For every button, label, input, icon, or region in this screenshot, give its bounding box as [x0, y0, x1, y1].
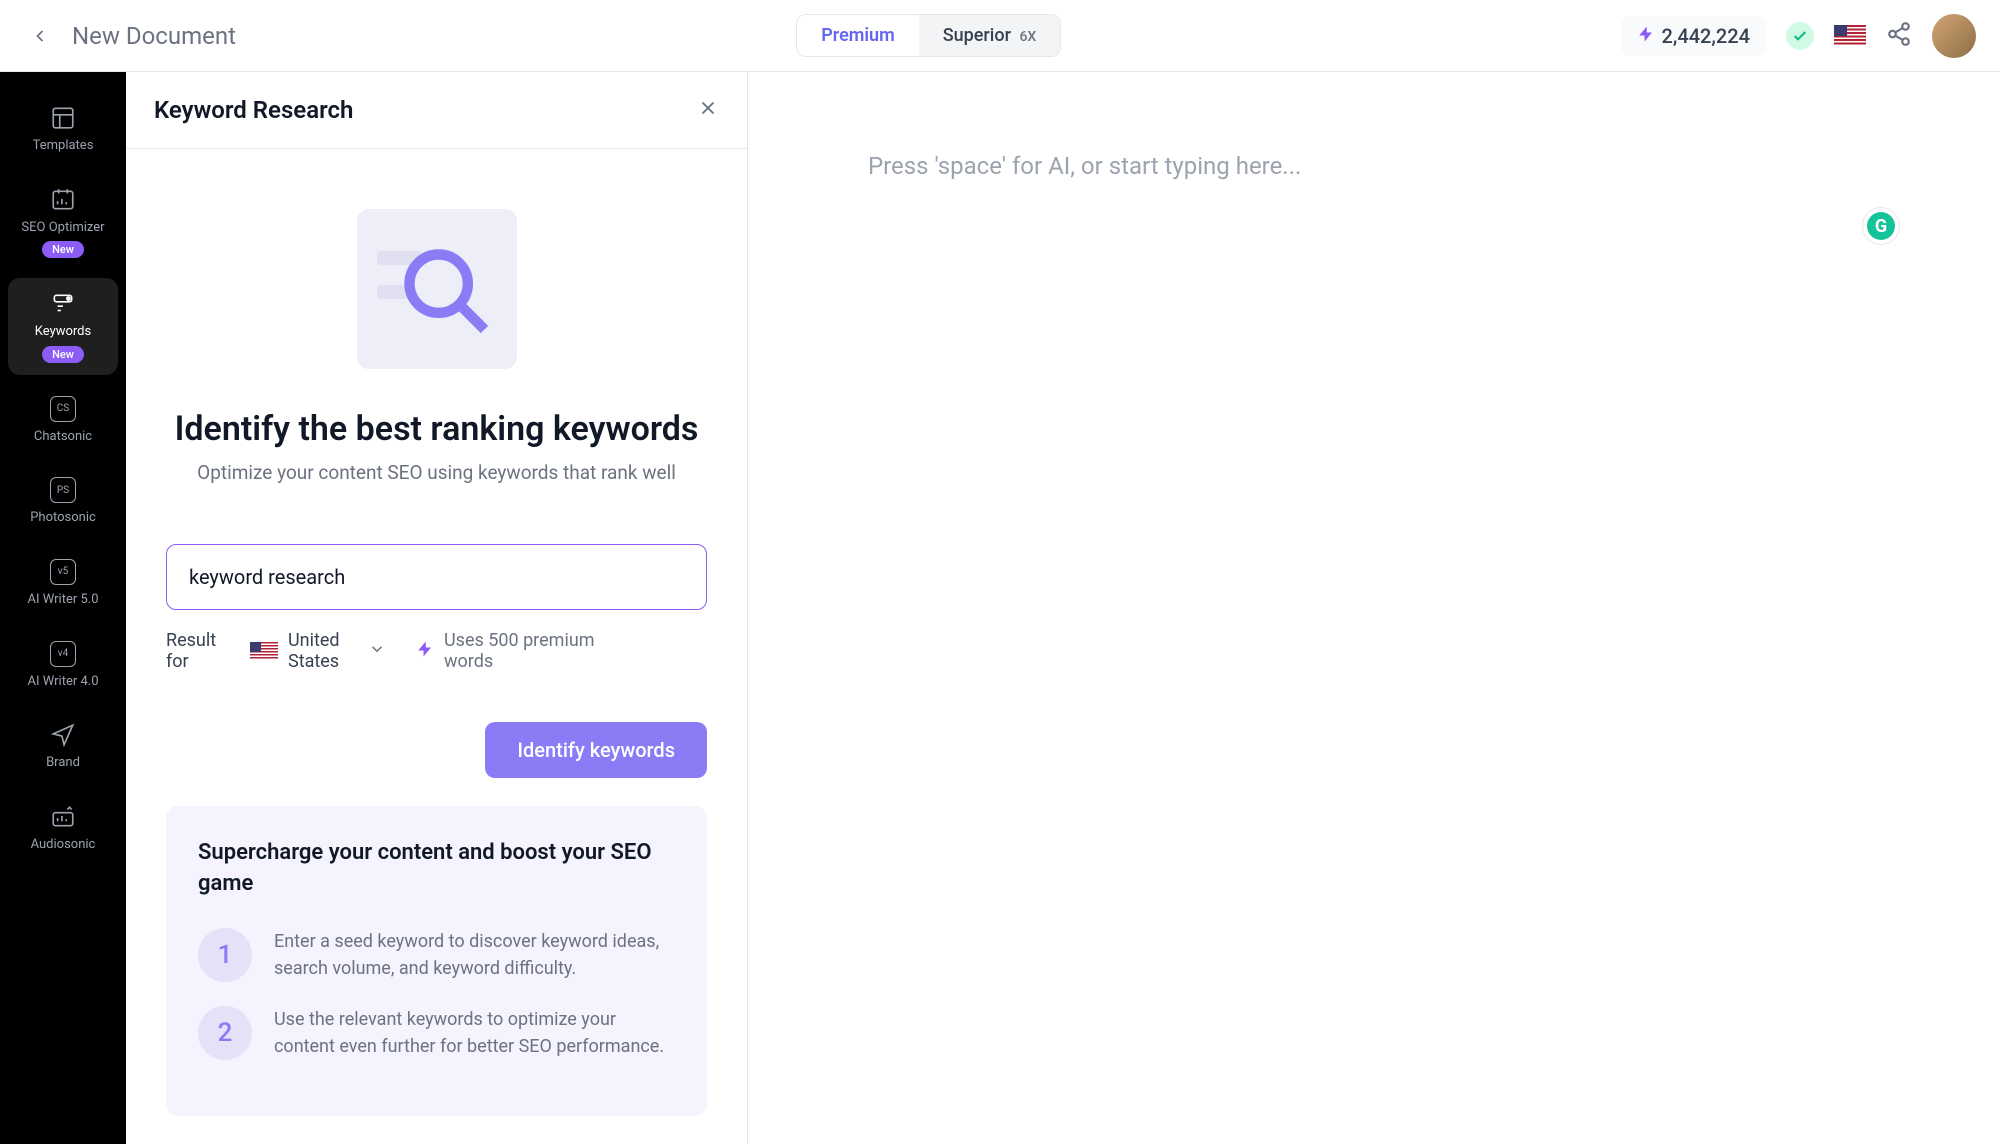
sidebar-item-photosonic[interactable]: PS Photosonic [8, 464, 118, 538]
bolt-icon [1637, 24, 1655, 48]
bolt-icon [416, 640, 434, 663]
superior-badge: 6X [1019, 29, 1036, 45]
sidebar-label: AI Writer 4.0 [27, 674, 98, 690]
superior-tab[interactable]: Superior 6X [919, 15, 1060, 56]
credits-value: 2,442,224 [1661, 24, 1750, 48]
editor-placeholder: Press 'space' for AI, or start typing he… [868, 152, 1880, 180]
sidebar-label: Audiosonic [31, 837, 96, 853]
us-flag-icon [250, 642, 278, 661]
audiosonic-icon [49, 803, 77, 831]
chatsonic-icon: CS [49, 395, 77, 423]
ai-writer-4-icon: v4 [49, 640, 77, 668]
result-for-label: Result for [166, 630, 236, 672]
seo-optimizer-icon [49, 186, 77, 214]
ai-writer-5-icon: v5 [49, 558, 77, 586]
hero-search-icon [357, 209, 517, 369]
document-title[interactable]: New Document [72, 22, 236, 50]
identify-keywords-button[interactable]: Identify keywords [485, 722, 707, 778]
app-header: New Document Premium Superior 6X 2,442,2… [0, 0, 2000, 72]
tip-number: 2 [198, 1006, 252, 1060]
tip-2: 2 Use the relevant keywords to optimize … [198, 1006, 675, 1060]
new-badge: New [42, 241, 84, 258]
hero-title: Identify the best ranking keywords [166, 409, 707, 449]
cs-icon-box: CS [50, 396, 76, 422]
tip-text: Enter a seed keyword to discover keyword… [274, 928, 675, 982]
templates-icon [49, 104, 77, 132]
new-badge: New [42, 346, 84, 363]
ps-icon-box: PS [50, 477, 76, 503]
back-button[interactable] [24, 20, 56, 52]
main-layout: Templates SEO Optimizer New Keywords New… [0, 72, 2000, 1144]
photosonic-icon: PS [49, 476, 77, 504]
tip-1: 1 Enter a seed keyword to discover keywo… [198, 928, 675, 982]
tips-box: Supercharge your content and boost your … [166, 806, 707, 1116]
tip-text: Use the relevant keywords to optimize yo… [274, 1006, 675, 1060]
sidebar-item-templates[interactable]: Templates [8, 92, 118, 166]
grammarly-widget[interactable]: G [1862, 207, 1900, 245]
tips-title: Supercharge your content and boost your … [198, 838, 675, 900]
v4-icon-box: v4 [50, 641, 76, 667]
country-dropdown[interactable]: United States [250, 630, 386, 672]
sidebar-label: SEO Optimizer [21, 220, 104, 236]
share-button[interactable] [1886, 21, 1912, 51]
credits-pill[interactable]: 2,442,224 [1621, 16, 1766, 56]
country-name: United States [288, 630, 358, 672]
panel-header: Keyword Research [126, 72, 747, 149]
sidebar-item-seo-optimizer[interactable]: SEO Optimizer New [8, 174, 118, 271]
premium-tab[interactable]: Premium [797, 15, 919, 56]
brand-icon [49, 721, 77, 749]
close-button[interactable] [697, 97, 719, 123]
sidebar-item-keywords[interactable]: Keywords New [8, 278, 118, 375]
sidebar-label: AI Writer 5.0 [27, 592, 98, 608]
sidebar-label: Brand [46, 755, 80, 771]
sidebar: Templates SEO Optimizer New Keywords New… [0, 72, 126, 1144]
sidebar-item-brand[interactable]: Brand [8, 709, 118, 783]
tip-number: 1 [198, 928, 252, 982]
sidebar-item-ai-writer-4[interactable]: v4 AI Writer 4.0 [8, 628, 118, 702]
sidebar-label: Keywords [35, 324, 91, 340]
panel-body: Identify the best ranking keywords Optim… [126, 149, 747, 1144]
sidebar-item-chatsonic[interactable]: CS Chatsonic [8, 383, 118, 457]
uses-text: Uses 500 premium words [444, 630, 604, 672]
chevron-down-icon [368, 640, 386, 663]
input-meta-row: Result for United States Uses 500 premiu… [166, 630, 707, 672]
sidebar-label: Templates [33, 138, 94, 154]
superior-label: Superior [943, 25, 1011, 46]
status-check-icon[interactable] [1786, 22, 1814, 50]
grammarly-icon: G [1867, 212, 1895, 240]
keywords-icon [49, 290, 77, 318]
uses-info: Uses 500 premium words [416, 630, 604, 672]
panel-title: Keyword Research [154, 96, 353, 124]
plan-toggle: Premium Superior 6X [796, 14, 1061, 57]
keyword-research-panel: Keyword Research Identify the best ranki… [126, 72, 748, 1144]
user-avatar[interactable] [1932, 14, 1976, 58]
document-editor[interactable]: Press 'space' for AI, or start typing he… [748, 72, 2000, 1144]
hero-subtitle: Optimize your content SEO using keywords… [166, 461, 707, 484]
flag-icon[interactable] [1834, 25, 1866, 47]
v5-icon-box: v5 [50, 559, 76, 585]
keyword-input[interactable] [166, 544, 707, 610]
sidebar-label: Chatsonic [34, 429, 92, 445]
sidebar-label: Photosonic [30, 510, 96, 526]
sidebar-item-audiosonic[interactable]: Audiosonic [8, 791, 118, 865]
header-right: 2,442,224 [1621, 14, 1976, 58]
sidebar-item-ai-writer-5[interactable]: v5 AI Writer 5.0 [8, 546, 118, 620]
